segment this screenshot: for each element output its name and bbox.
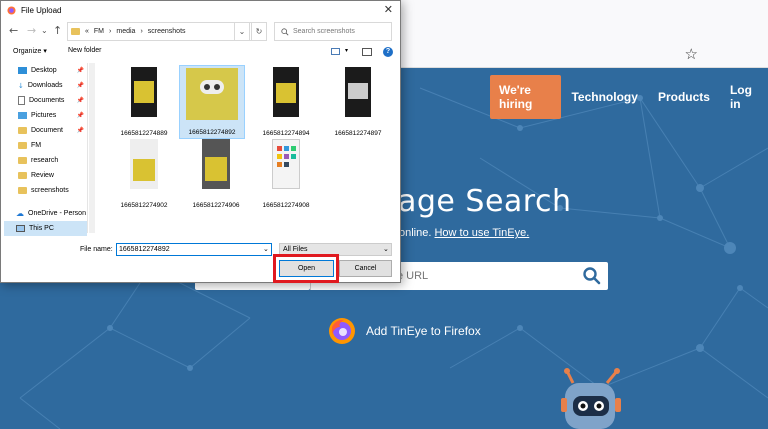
how-to-link[interactable]: How to use TinEye. (434, 227, 529, 239)
file-name-input[interactable]: 1665812274892 (116, 243, 272, 256)
top-nav: We're hiring Technology Products Log in (490, 75, 768, 119)
file-image (131, 67, 157, 117)
sidebar-item-review[interactable]: Review (4, 168, 87, 183)
breadcrumb-0: « (85, 28, 89, 35)
sidebar-item-onedrive[interactable]: ☁ OneDrive - Person (4, 206, 87, 221)
download-icon: ↓ (18, 81, 24, 90)
breadcrumb-sep: › (140, 28, 143, 35)
sidebar-item-desktop[interactable]: Desktop 📌 (4, 63, 87, 78)
file-image (202, 139, 230, 189)
firefox-extension-link[interactable]: Add TinEye to Firefox (328, 317, 481, 345)
desktop-icon (18, 67, 27, 74)
firefox-icon (329, 318, 355, 344)
page-subline: online. How to use TinEye. (399, 227, 529, 239)
file-thumbnail[interactable]: 1665812274894 (249, 65, 323, 139)
nav-login[interactable]: Log in (720, 75, 768, 119)
close-icon[interactable]: ✕ (384, 3, 393, 16)
sidebar-item-pictures[interactable]: Pictures 📌 (4, 108, 87, 123)
file-thumbnail-selected[interactable]: 1665812274892 (179, 65, 245, 139)
address-dropdown-icon[interactable]: ⌄ (234, 22, 250, 41)
search-icon (281, 27, 289, 35)
robot-mascot (561, 368, 621, 429)
back-arrow-icon[interactable]: ← (9, 24, 18, 37)
command-bar: Organize ▾ New folder ▾ ? (1, 46, 400, 60)
pin-icon: 📌 (76, 113, 84, 119)
breadcrumb-screenshots[interactable]: screenshots (148, 28, 186, 35)
file-grid: 1665812274889 1665812274892 166581227489… (97, 63, 397, 233)
cancel-button[interactable]: Cancel (339, 260, 392, 277)
file-thumbnail[interactable]: 1665812274902 (107, 137, 181, 211)
breadcrumb-media[interactable]: media (116, 28, 135, 35)
search-screenshots-field[interactable]: Search screenshots (274, 22, 392, 41)
sidebar-item-screenshots[interactable]: screenshots (4, 183, 87, 198)
cloud-icon: ☁ (16, 209, 24, 218)
new-folder-button[interactable]: New folder (68, 47, 101, 54)
file-thumbnail[interactable]: 1665812274889 (107, 65, 181, 139)
file-upload-dialog: File Upload ✕ ← → ⌄ ↑ « FM › media › scr… (0, 0, 401, 283)
dialog-title: File Upload (21, 5, 62, 15)
documents-icon (18, 96, 25, 105)
folder-icon (18, 172, 27, 179)
page-headline: age Search (398, 184, 572, 219)
chevron-down-icon[interactable]: ⌄ (383, 245, 389, 253)
sidebar-item-document[interactable]: Document 📌 (4, 123, 87, 138)
file-image (186, 68, 238, 120)
pictures-icon (18, 112, 27, 119)
sidebar-item-research[interactable]: research (4, 153, 87, 168)
folder-icon (18, 187, 27, 194)
file-thumbnail[interactable]: 1665812274906 (179, 137, 253, 211)
file-thumbnail[interactable]: 1665812274908 (249, 137, 323, 211)
file-name-row: File name: 1665812274892 ⌄ All Files ⌄ (1, 243, 400, 257)
sidebar-item-documents[interactable]: Documents 📌 (4, 93, 87, 108)
sidebar-item-this-pc[interactable]: This PC (4, 221, 87, 236)
file-image (130, 139, 158, 189)
subline-text: online. (399, 227, 432, 239)
chevron-down-icon[interactable]: ⌄ (263, 245, 269, 253)
pin-icon: 📌 (76, 98, 84, 104)
firefox-cta-label: Add TinEye to Firefox (366, 324, 481, 338)
folder-icon (18, 142, 27, 149)
navigation-pane: Desktop 📌 ↓ Downloads 📌 Documents 📌 Pictures… (4, 63, 88, 236)
pin-icon: 📌 (76, 68, 84, 74)
file-image (345, 67, 371, 117)
help-icon[interactable]: ? (383, 47, 393, 57)
file-thumbnail[interactable]: 1665812274897 (321, 65, 395, 139)
file-image (272, 139, 300, 189)
chevron-down-icon[interactable]: ⌄ (41, 26, 48, 35)
nav-products[interactable]: Products (648, 82, 720, 112)
folder-icon (18, 127, 27, 134)
breadcrumb-fm[interactable]: FM (94, 28, 104, 35)
folder-icon (18, 157, 27, 164)
sidebar-item-fm[interactable]: FM (4, 138, 87, 153)
chevron-down-icon[interactable]: ▾ (345, 47, 348, 54)
preview-pane-icon[interactable] (362, 48, 372, 56)
nav-technology[interactable]: Technology (561, 82, 647, 112)
up-arrow-icon[interactable]: ↑ (53, 24, 62, 37)
pin-icon: 📌 (76, 128, 84, 134)
pin-icon: 📌 (76, 83, 84, 89)
sidebar-scrollbar[interactable] (89, 63, 95, 233)
address-row: ← → ⌄ ↑ « FM › media › screenshots ⌄ ↻ S… (1, 22, 400, 42)
forward-arrow-icon[interactable]: → (27, 24, 36, 37)
view-options-icon[interactable] (331, 48, 340, 55)
search-placeholder: Search screenshots (293, 28, 355, 35)
firefox-small-icon (7, 5, 16, 15)
breadcrumb-sep: › (109, 28, 112, 35)
pc-icon (16, 225, 25, 232)
dialog-titlebar: File Upload (1, 1, 400, 19)
star-icon[interactable]: ☆ (685, 45, 698, 63)
folder-icon (71, 28, 80, 35)
file-image (273, 67, 299, 117)
open-button-highlight (273, 254, 339, 283)
refresh-icon[interactable]: ↻ (251, 22, 267, 41)
hiring-button[interactable]: We're hiring (490, 75, 562, 119)
search-icon[interactable] (582, 266, 602, 286)
sidebar-item-downloads[interactable]: ↓ Downloads 📌 (4, 78, 87, 93)
organize-menu[interactable]: Organize ▾ (13, 47, 47, 55)
file-name-label: File name: (80, 246, 113, 253)
